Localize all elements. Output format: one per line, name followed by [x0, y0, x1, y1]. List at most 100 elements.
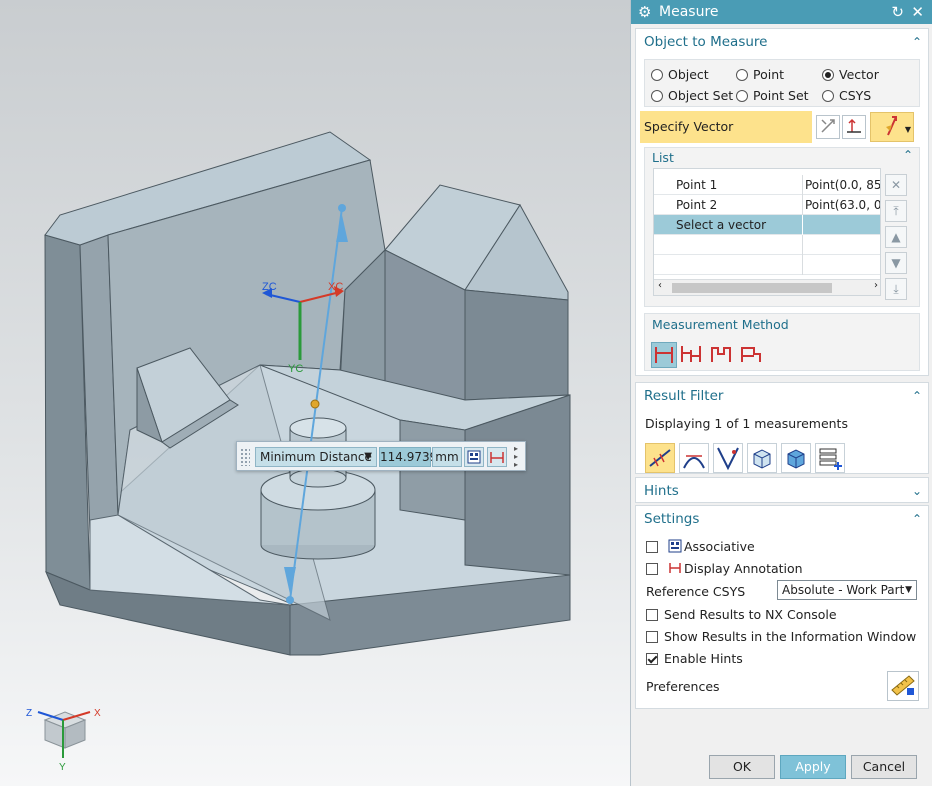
send-results-checkbox[interactable]: Send Results to NX Console — [646, 607, 837, 622]
table-row[interactable]: Select a vector — [654, 215, 880, 235]
wcs-yc-label: YC — [288, 363, 303, 375]
list-table[interactable]: Point 1 Point(0.0, 85.0 Point 2 Point(63… — [653, 168, 881, 296]
section-header[interactable]: Result Filter ⌃ — [636, 383, 928, 409]
radio-point-set[interactable]: Point Set — [736, 88, 809, 103]
section-title: Object to Measure — [644, 34, 768, 50]
preferences-ruler-icon[interactable] — [887, 671, 919, 701]
curve-filter-icon[interactable] — [713, 443, 743, 473]
chevron-up-icon[interactable]: ⌃ — [903, 148, 913, 162]
triad-z-label: Z — [26, 708, 32, 719]
radio-vector[interactable]: Vector — [822, 67, 879, 82]
measure-dialog: ⚙ Measure ↻ ✕ Object to Measure ⌃ Object… — [630, 0, 932, 786]
close-icon[interactable]: ✕ — [911, 0, 924, 24]
distance-method-icon[interactable] — [651, 342, 677, 368]
chevron-up-icon[interactable]: ⌃ — [912, 383, 922, 409]
annotation-icon-button[interactable] — [487, 447, 507, 467]
radio-object-set[interactable]: Object Set — [651, 88, 733, 103]
section-title: Hints — [644, 483, 679, 499]
gear-icon[interactable]: ⚙ — [638, 0, 651, 24]
display-annotation-checkbox[interactable]: Display Annotation — [646, 561, 803, 576]
section-header[interactable]: Hints ⌄ — [636, 478, 928, 504]
wcs-zc-label: ZC — [262, 281, 277, 293]
dropdown-arrow-icon: ▼ — [904, 125, 911, 134]
add-filter-icon[interactable] — [815, 443, 845, 473]
information-icon-button[interactable] — [464, 447, 484, 467]
type-radio-group: Object Point Vector Object Set Point Set… — [644, 59, 920, 107]
chevron-down-icon[interactable]: ⌄ — [912, 478, 922, 504]
radio-object[interactable]: Object — [651, 67, 709, 82]
move-down-icon[interactable]: ▼ — [885, 252, 907, 274]
dialog-title: Measure — [659, 4, 719, 20]
part-model[interactable]: ZC XC YC — [0, 0, 630, 786]
measurement-method-subsection: Measurement Method — [644, 313, 920, 371]
hints-section: Hints ⌄ — [635, 477, 929, 503]
horizontal-scrollbar[interactable]: ‹ › — [654, 279, 880, 295]
reset-icon[interactable]: ↻ — [891, 0, 904, 24]
measure-method-dropdown[interactable]: Minimum Distance ▼ — [255, 447, 377, 467]
section-title: Result Filter — [644, 388, 724, 404]
body-filter-icon[interactable] — [781, 443, 811, 473]
associative-icon — [668, 539, 682, 553]
show-results-checkbox[interactable]: Show Results in the Information Window — [646, 629, 916, 644]
specify-vector-row[interactable]: Specify Vector ▼ — [640, 111, 925, 143]
screen-distance-icon[interactable] — [709, 342, 735, 368]
wcs-xc-label: XC — [328, 281, 343, 293]
reference-csys-select[interactable]: Absolute - Work Part ▼ — [777, 580, 917, 600]
section-header[interactable]: Object to Measure ⌃ — [636, 29, 928, 55]
length-method-icon[interactable] — [739, 342, 765, 368]
method-label: Minimum Distance — [260, 450, 372, 464]
section-header[interactable]: Settings ⌃ — [636, 506, 928, 532]
radio-point[interactable]: Point — [736, 67, 784, 82]
dropdown-arrow-icon: ▼ — [905, 585, 912, 595]
specify-vector-label: Specify Vector — [640, 111, 812, 143]
settings-section: Settings ⌃ Associative Display Annotatio… — [635, 505, 929, 709]
angle-filter-icon[interactable] — [679, 443, 709, 473]
vector-dialog-icon[interactable] — [816, 115, 840, 139]
remove-icon[interactable]: ✕ — [885, 174, 907, 196]
chevron-up-icon[interactable]: ⌃ — [912, 506, 922, 532]
dropdown-arrow-icon: ▼ — [364, 451, 372, 462]
triad-x-label: X — [94, 708, 101, 719]
measure-value-field[interactable]: 114.9739 — [379, 447, 437, 467]
chevron-up-icon[interactable]: ⌃ — [912, 29, 922, 55]
radio-csys[interactable]: CSYS — [822, 88, 871, 103]
list-header: List — [652, 150, 674, 165]
apply-button[interactable]: Apply — [780, 755, 846, 779]
scrollbar-thumb[interactable] — [672, 283, 832, 293]
result-filter-section: Result Filter ⌃ Displaying 1 of 1 measur… — [635, 382, 929, 474]
annotation-icon — [669, 563, 681, 573]
vector-type-dropdown[interactable]: ▼ — [870, 112, 914, 142]
ok-button[interactable]: OK — [709, 755, 775, 779]
move-bottom-icon[interactable]: ⤓ — [885, 278, 907, 300]
object-to-measure-section: Object to Measure ⌃ Object Point Vector … — [635, 28, 929, 376]
measure-unit[interactable]: mm — [432, 447, 462, 467]
drag-handle[interactable] — [240, 448, 250, 466]
cancel-button[interactable]: Cancel — [851, 755, 917, 779]
table-row — [654, 255, 880, 275]
chevron-left-icon[interactable]: ‹ — [658, 280, 662, 291]
distance-filter-icon[interactable] — [645, 443, 675, 473]
vector-inferred-icon[interactable] — [842, 115, 866, 139]
associative-checkbox[interactable]: Associative — [646, 539, 755, 554]
measurement-method-header: Measurement Method — [652, 317, 789, 332]
move-top-icon[interactable]: ⤒ — [885, 200, 907, 222]
preferences-label: Preferences — [646, 679, 720, 694]
chevron-right-icon[interactable]: › — [874, 280, 878, 291]
dialog-titlebar[interactable]: ⚙ Measure ↻ ✕ — [631, 0, 932, 24]
table-row — [654, 235, 880, 255]
measure-context-bar[interactable]: Minimum Distance ▼ 114.9739 mm ▸ ▸ ▸ — [236, 441, 526, 471]
projected-distance-icon[interactable] — [679, 342, 705, 368]
reference-csys-label: Reference CSYS — [646, 584, 746, 599]
move-up-icon[interactable]: ▲ — [885, 226, 907, 248]
face-filter-icon[interactable] — [747, 443, 777, 473]
result-status-text: Displaying 1 of 1 measurements — [645, 416, 848, 431]
triad-y-label: Y — [59, 762, 66, 773]
table-row[interactable]: Point 2 Point(63.0, 0.0 — [654, 195, 880, 215]
table-row[interactable]: Point 1 Point(0.0, 85.0 — [654, 175, 880, 195]
enable-hints-checkbox[interactable]: Enable Hints — [646, 651, 743, 666]
more-arrows-icon[interactable]: ▸ ▸ ▸ — [514, 445, 518, 469]
view-triad: Z X Y — [26, 708, 101, 773]
graphics-viewport[interactable]: ZC XC YC Minimum Distance ▼ 114.9739 mm … — [0, 0, 630, 786]
list-subsection: List ⌃ Point 1 Point(0.0, 85.0 Point 2 P… — [644, 147, 920, 307]
section-title: Settings — [644, 511, 700, 527]
